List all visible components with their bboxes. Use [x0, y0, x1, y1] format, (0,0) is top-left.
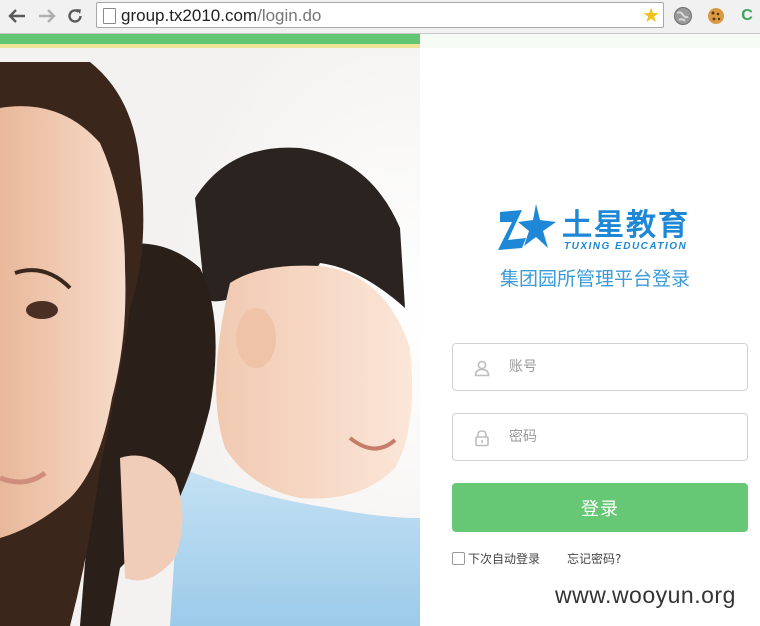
url-path: /login.do	[257, 6, 322, 25]
reload-icon[interactable]	[64, 5, 86, 27]
bookmark-star-icon[interactable]: ★	[642, 4, 660, 26]
password-input[interactable]	[509, 424, 729, 450]
login-page: 土星教育 TUXING EDUCATION 集团园所管理平台登录 登录 下次自动…	[0, 34, 760, 626]
brand-name-cn: 土星教育	[562, 208, 690, 243]
username-input[interactable]	[509, 354, 729, 380]
lock-icon	[475, 430, 489, 447]
remember-checkbox[interactable]	[452, 552, 465, 565]
globe-extension-icon[interactable]	[672, 5, 694, 27]
page-document-icon	[103, 8, 116, 24]
watermark-text: www.wooyun.org	[555, 582, 736, 608]
brand-name-en: TUXING EDUCATION	[564, 241, 688, 252]
page-title: 集团园所管理平台登录	[500, 268, 691, 290]
user-icon	[474, 360, 490, 377]
browser-toolbar: group.tx2010.com/login.do ★ C	[0, 0, 760, 34]
login-button[interactable]: 登录	[452, 483, 748, 532]
saturn-logo-icon	[498, 204, 556, 250]
c-extension-icon[interactable]: C	[736, 5, 758, 27]
remember-me[interactable]: 下次自动登录	[452, 550, 540, 567]
brand-logo: 土星教育 TUXING EDUCATION	[498, 200, 708, 260]
address-bar[interactable]: group.tx2010.com/login.do ★	[96, 2, 664, 28]
url-text[interactable]: group.tx2010.com/login.do	[121, 6, 321, 26]
top-green-stripe	[0, 34, 420, 44]
forward-arrow-icon[interactable]	[36, 5, 58, 27]
forgot-password-link[interactable]: 忘记密码?	[567, 550, 621, 567]
back-arrow-icon[interactable]	[6, 5, 28, 27]
password-field[interactable]	[452, 413, 748, 461]
url-host: group.tx2010.com	[121, 6, 258, 25]
children-photo	[0, 48, 420, 626]
username-field[interactable]	[452, 343, 748, 391]
cookie-extension-icon[interactable]	[705, 5, 727, 27]
remember-label: 下次自动登录	[468, 552, 541, 566]
top-stripe-right	[420, 34, 760, 48]
